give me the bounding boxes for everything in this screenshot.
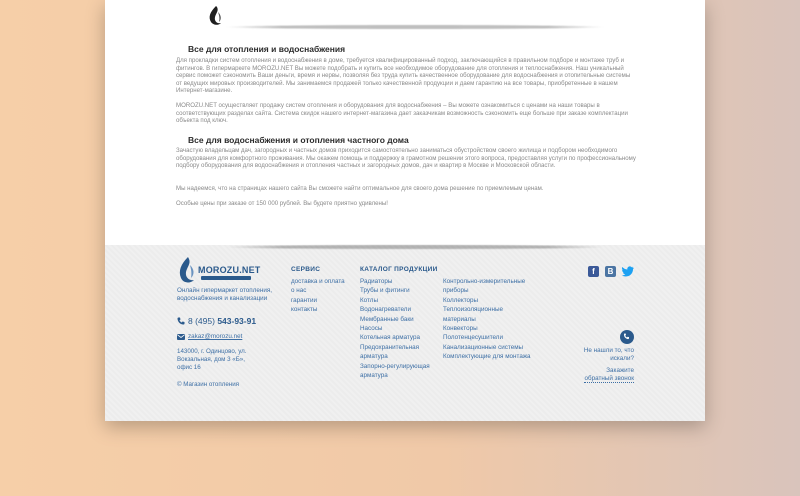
copyright: © Магазин отопления xyxy=(177,381,240,388)
catalog-link[interactable]: Трубы и фитинги xyxy=(360,286,440,295)
facebook-icon[interactable]: f xyxy=(588,266,599,277)
catalog-link[interactable]: Мембранные баки xyxy=(360,315,440,324)
flame-logo-icon xyxy=(179,257,194,283)
catalog-link[interactable]: Радиаторы xyxy=(360,277,440,286)
catalog-link[interactable]: Канализационные системы xyxy=(443,343,543,352)
catalog-menu-2: Контрольно-измерительные приборы Коллект… xyxy=(443,277,543,362)
section-title: Все для отопления и водоснабжения xyxy=(188,44,346,54)
service-link[interactable]: гарантии xyxy=(291,296,345,305)
phone-prefix: 8 (495) xyxy=(188,316,215,326)
catalog-menu-1: Радиаторы Трубы и фитинги Котлы Водонагр… xyxy=(360,277,440,380)
logo[interactable]: MOROZU.NET xyxy=(177,257,260,285)
service-link[interactable]: о нас xyxy=(291,286,345,295)
catalog-link[interactable]: Теплоизоляционные материалы xyxy=(443,305,515,324)
service-menu: доставка и оплата о нас гарантии контакт… xyxy=(291,277,345,315)
paragraph: Мы надеемся, что на страницах нашего сай… xyxy=(176,185,544,192)
logo-underline xyxy=(201,276,251,280)
catalog-title: КАТАЛОГ ПРОДУКЦИИ xyxy=(360,266,438,273)
tagline: Онлайн гипермаркет отопления, водоснабже… xyxy=(177,287,273,302)
catalog-link[interactable]: Котельная арматура xyxy=(360,333,440,342)
paragraph: Зачастую владельцам дач, загородных и ча… xyxy=(176,147,636,170)
service-title: СЕРВИС xyxy=(291,266,321,273)
phone-icon xyxy=(177,317,185,325)
callback-phone-icon[interactable] xyxy=(620,330,634,344)
paragraph: MOROZU.NET осуществляет продажу систем о… xyxy=(176,102,628,125)
callback-link[interactable]: Закажите обратный звонок xyxy=(565,367,634,383)
catalog-link[interactable]: Насосы xyxy=(360,324,440,333)
catalog-link[interactable]: Коллекторы xyxy=(443,296,543,305)
separator xyxy=(225,245,605,249)
paragraph: Особые цены при заказе от 150 000 рублей… xyxy=(176,200,388,207)
address: 143000, г. Одинцово, ул. Вокзальная, дом… xyxy=(177,348,247,371)
catalog-link[interactable]: Запорно-регулирующая арматура xyxy=(360,362,440,381)
catalog-link[interactable]: Водонагреватели xyxy=(360,305,440,314)
phone-icon xyxy=(624,333,629,340)
separator xyxy=(225,25,605,29)
service-link[interactable]: контакты xyxy=(291,305,345,314)
logo-text: MOROZU.NET xyxy=(198,265,261,275)
twitter-icon[interactable] xyxy=(622,266,634,277)
catalog-link[interactable]: Полотенцесушители xyxy=(443,333,543,342)
catalog-link[interactable]: Контрольно-измерительные приборы xyxy=(443,277,543,296)
callback-line: Закажите xyxy=(606,367,634,374)
phone-number[interactable]: 8 (495) 543-93-91 xyxy=(188,316,256,326)
catalog-link[interactable]: Котлы xyxy=(360,296,440,305)
catalog-link[interactable]: Комплектующие для монтажа xyxy=(443,352,543,361)
email-link[interactable]: zakaz@morozu.net xyxy=(188,333,242,340)
catalog-link[interactable]: Предохранительная арматура xyxy=(360,343,440,362)
vkontakte-icon[interactable]: В xyxy=(605,266,616,277)
seo-content: Все для отопления и водоснабжения Для пр… xyxy=(105,0,705,245)
paragraph: Для прокладки систем отопления и водосна… xyxy=(176,57,631,95)
catalog-link[interactable]: Конвекторы xyxy=(443,324,543,333)
callback-line: обратный звонок xyxy=(584,375,634,383)
phone-main: 543-93-91 xyxy=(217,316,257,326)
mail-icon xyxy=(177,334,185,340)
footer: MOROZU.NET Онлайн гипермаркет отопления,… xyxy=(105,245,705,421)
service-link[interactable]: доставка и оплата xyxy=(291,277,345,286)
page-card: Все для отопления и водоснабжения Для пр… xyxy=(105,0,705,421)
section-title: Все для водоснабжения и отопления частно… xyxy=(188,135,409,145)
help-text: Не нашли то, что искали? xyxy=(583,347,634,362)
flame-icon xyxy=(209,6,221,25)
